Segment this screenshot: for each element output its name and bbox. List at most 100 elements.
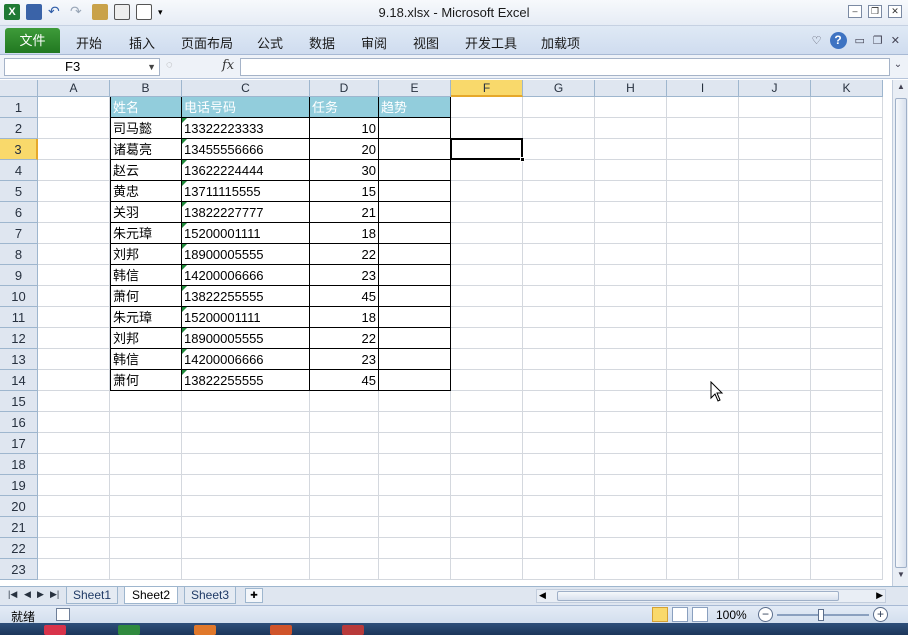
cell-i16[interactable] — [667, 412, 739, 433]
cell-b10[interactable]: 萧何 — [110, 286, 182, 307]
cell-e22[interactable] — [379, 538, 451, 559]
cell-a7[interactable] — [38, 223, 110, 244]
cell-a23[interactable] — [38, 559, 110, 580]
cell-d5[interactable]: 15 — [310, 181, 379, 202]
cell-g9[interactable] — [523, 265, 595, 286]
cell-j4[interactable] — [739, 160, 811, 181]
cell-f6[interactable] — [451, 202, 523, 223]
cell-h2[interactable] — [595, 118, 667, 139]
taskbar-app-icon[interactable] — [44, 625, 66, 635]
cell-f18[interactable] — [451, 454, 523, 475]
cell-j18[interactable] — [739, 454, 811, 475]
cell-g23[interactable] — [523, 559, 595, 580]
cell-a14[interactable] — [38, 370, 110, 391]
cell-b15[interactable] — [110, 391, 182, 412]
cell-h4[interactable] — [595, 160, 667, 181]
cell-h10[interactable] — [595, 286, 667, 307]
cell-a13[interactable] — [38, 349, 110, 370]
cell-i7[interactable] — [667, 223, 739, 244]
cell-c19[interactable] — [182, 475, 310, 496]
cell-c16[interactable] — [182, 412, 310, 433]
cell-i9[interactable] — [667, 265, 739, 286]
sheet-tab-sheet3[interactable]: Sheet3 — [184, 587, 236, 604]
ribbon-restore-icon[interactable]: ❐ — [873, 34, 883, 47]
column-header-e[interactable]: E — [379, 80, 451, 97]
cell-d17[interactable] — [310, 433, 379, 454]
cell-d20[interactable] — [310, 496, 379, 517]
cell-h23[interactable] — [595, 559, 667, 580]
cell-a4[interactable] — [38, 160, 110, 181]
cell-b12[interactable]: 刘邦 — [110, 328, 182, 349]
cell-g2[interactable] — [523, 118, 595, 139]
row-header-23[interactable]: 23 — [0, 559, 38, 580]
cell-c1[interactable]: 电话号码 — [182, 97, 310, 118]
cell-i15[interactable] — [667, 391, 739, 412]
cell-k13[interactable] — [811, 349, 883, 370]
scroll-down-icon[interactable]: ▼ — [895, 570, 907, 584]
cell-f8[interactable] — [451, 244, 523, 265]
cell-e20[interactable] — [379, 496, 451, 517]
cell-a5[interactable] — [38, 181, 110, 202]
cell-c2[interactable]: 13322223333 — [182, 118, 310, 139]
cell-k23[interactable] — [811, 559, 883, 580]
taskbar-app-icon[interactable] — [342, 625, 364, 635]
cell-e14[interactable] — [379, 370, 451, 391]
cell-h20[interactable] — [595, 496, 667, 517]
cell-h9[interactable] — [595, 265, 667, 286]
row-header-2[interactable]: 2 — [0, 118, 38, 139]
cell-e3[interactable] — [379, 139, 451, 160]
cell-a2[interactable] — [38, 118, 110, 139]
cell-c9[interactable]: 14200006666 — [182, 265, 310, 286]
cell-d1[interactable]: 任务 — [310, 97, 379, 118]
cell-c18[interactable] — [182, 454, 310, 475]
column-header-c[interactable]: C — [182, 80, 310, 97]
tab-view[interactable]: 视图 — [413, 33, 439, 52]
cell-g7[interactable] — [523, 223, 595, 244]
cell-b3[interactable]: 诸葛亮 — [110, 139, 182, 160]
cell-g17[interactable] — [523, 433, 595, 454]
cell-a19[interactable] — [38, 475, 110, 496]
cell-g11[interactable] — [523, 307, 595, 328]
row-header-3[interactable]: 3 — [0, 139, 38, 160]
last-sheet-icon[interactable]: ▶| — [50, 589, 59, 600]
cell-h6[interactable] — [595, 202, 667, 223]
cell-k19[interactable] — [811, 475, 883, 496]
taskbar-app-icon[interactable] — [270, 625, 292, 635]
cell-k21[interactable] — [811, 517, 883, 538]
cell-g13[interactable] — [523, 349, 595, 370]
cell-g3[interactable] — [523, 139, 595, 160]
cell-j6[interactable] — [739, 202, 811, 223]
name-box[interactable]: F3 ▼ — [4, 58, 160, 76]
cell-f11[interactable] — [451, 307, 523, 328]
cell-b1[interactable]: 姓名 — [110, 97, 182, 118]
row-header-17[interactable]: 17 — [0, 433, 38, 454]
cell-e12[interactable] — [379, 328, 451, 349]
cell-j11[interactable] — [739, 307, 811, 328]
cell-c8[interactable]: 18900005555 — [182, 244, 310, 265]
cell-b22[interactable] — [110, 538, 182, 559]
cell-i19[interactable] — [667, 475, 739, 496]
collapse-ribbon-icon[interactable]: ♡ — [812, 34, 822, 47]
cell-f4[interactable] — [451, 160, 523, 181]
row-header-6[interactable]: 6 — [0, 202, 38, 223]
row-header-13[interactable]: 13 — [0, 349, 38, 370]
cell-c21[interactable] — [182, 517, 310, 538]
cell-h5[interactable] — [595, 181, 667, 202]
cell-e7[interactable] — [379, 223, 451, 244]
cell-h19[interactable] — [595, 475, 667, 496]
row-header-12[interactable]: 12 — [0, 328, 38, 349]
cell-k17[interactable] — [811, 433, 883, 454]
column-header-k[interactable]: K — [811, 80, 883, 97]
tab-data[interactable]: 数据 — [309, 33, 335, 52]
cell-j8[interactable] — [739, 244, 811, 265]
cell-a12[interactable] — [38, 328, 110, 349]
cell-i4[interactable] — [667, 160, 739, 181]
cell-e17[interactable] — [379, 433, 451, 454]
vertical-scroll-thumb[interactable] — [895, 98, 907, 568]
tab-page-layout[interactable]: 页面布局 — [181, 33, 233, 52]
cell-f9[interactable] — [451, 265, 523, 286]
cell-d3[interactable]: 20 — [310, 139, 379, 160]
cell-a9[interactable] — [38, 265, 110, 286]
cell-f5[interactable] — [451, 181, 523, 202]
cell-g18[interactable] — [523, 454, 595, 475]
